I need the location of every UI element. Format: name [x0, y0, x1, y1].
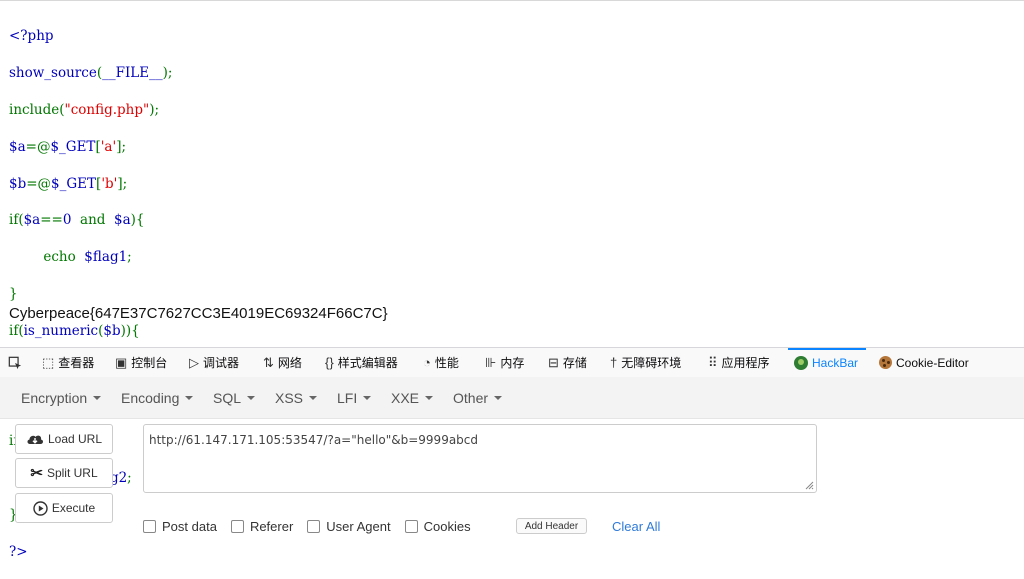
menu-encoding[interactable]: Encoding [121, 377, 194, 418]
caret-down-icon [309, 395, 318, 400]
performance-icon: ◔ [423, 355, 431, 370]
hackbar-menubar: Encryption Encoding SQL XSS LFI XXE Othe… [0, 377, 1024, 419]
options-row: Post data Referer User Agent Cookies [143, 519, 485, 534]
code-line: $b=@$_GET['b']; [9, 175, 128, 192]
caret-down-icon [93, 395, 102, 400]
split-url-button[interactable]: ✂ Split URL [15, 458, 113, 488]
menu-other[interactable]: Other [453, 377, 503, 418]
caret-down-icon [494, 395, 503, 400]
checkbox[interactable] [307, 519, 321, 533]
menu-xss[interactable]: XSS [275, 377, 318, 418]
tab-cookie-editor[interactable]: Cookie-Editor [879, 348, 969, 377]
menu-sql[interactable]: SQL [213, 377, 256, 418]
menu-lfi[interactable]: LFI [337, 377, 372, 418]
execute-button[interactable]: Execute [15, 493, 113, 523]
cloud-download-icon [27, 435, 43, 444]
top-border [0, 0, 1024, 1]
network-icon: ⇅ [263, 354, 274, 370]
load-url-button[interactable]: Load URL [15, 424, 113, 454]
style-editor-icon: {} [325, 355, 334, 370]
scissors-icon: ✂ [30, 465, 43, 482]
add-header-button[interactable]: Add Header [516, 518, 587, 534]
memory-icon: ⊪ [485, 354, 497, 370]
code-line: include("config.php"); [9, 102, 160, 118]
cookies-checkbox[interactable]: Cookies [404, 519, 471, 534]
tab-accessibility[interactable]: † 无障碍环境 [610, 348, 681, 377]
tab-hackbar[interactable]: HackBar [787, 348, 867, 377]
code-line: show_source(__FILE__); [9, 65, 173, 82]
devtools-toolbar: ⬚ 查看器 ▣ 控制台 ▷ 调试器 ⇅ 网络 {} 样式编辑器 ◔ 性能 ⊪ 内存 ⊟ 存储 †… [0, 347, 1024, 378]
code-line: if($a==0 and $a){ [9, 212, 145, 229]
referer-checkbox[interactable]: Referer [230, 519, 293, 534]
caret-down-icon [247, 395, 256, 400]
tab-inspector[interactable]: ⬚ 查看器 [42, 348, 94, 377]
code-line: if(is_numeric($b)){ [9, 322, 140, 339]
post-data-checkbox[interactable]: Post data [143, 519, 217, 534]
debugger-icon: ▷ [189, 354, 199, 370]
tab-console[interactable]: ▣ 控制台 [115, 348, 167, 377]
console-icon: ▣ [115, 354, 128, 370]
checkbox[interactable] [404, 519, 418, 533]
tab-network[interactable]: ⇅ 网络 [263, 348, 302, 377]
checkbox[interactable] [143, 519, 156, 533]
code-line: echo $flag1; [9, 249, 132, 266]
caret-down-icon [425, 395, 434, 400]
tab-storage[interactable]: ⊟ 存储 [548, 348, 587, 377]
tab-memory[interactable]: ⊪ 内存 [485, 348, 524, 377]
application-icon: ⠿ [708, 354, 718, 370]
element-picker-icon [8, 356, 22, 369]
flag-output: Cyberpeace{647E37C7627CC3E4019EC69324F66… [9, 305, 388, 322]
checkbox[interactable] [230, 519, 244, 533]
clear-all-link[interactable]: Clear All [612, 519, 660, 534]
menu-encryption[interactable]: Encryption [21, 377, 102, 418]
tab-style-editor[interactable]: {} 样式编辑器 [325, 348, 398, 377]
code-line: ?> [9, 543, 28, 560]
caret-down-icon [363, 395, 372, 400]
resize-grip-icon[interactable] [804, 480, 814, 490]
hackbar-icon [794, 355, 808, 370]
menu-xxe[interactable]: XXE [391, 377, 434, 418]
play-circle-icon [33, 500, 48, 516]
tab-application[interactable]: ⠿ 应用程序 [708, 348, 770, 377]
storage-icon: ⊟ [548, 354, 559, 370]
user-agent-checkbox[interactable]: User Agent [307, 519, 391, 534]
code-line: } [9, 285, 18, 302]
caret-down-icon [185, 395, 194, 400]
inspector-icon: ⬚ [42, 354, 55, 370]
element-picker-button[interactable] [8, 348, 22, 377]
accessibility-icon: † [610, 355, 618, 370]
code-line: <?php [9, 28, 54, 45]
tab-performance[interactable]: ◔ 性能 [423, 348, 459, 377]
url-textarea[interactable]: http://61.147.171.105:53547/?a="hello"&b… [143, 424, 817, 493]
code-line: $a=@$_GET['a']; [9, 138, 127, 155]
tab-debugger[interactable]: ▷ 调试器 [189, 348, 239, 377]
cookie-icon [879, 356, 892, 369]
